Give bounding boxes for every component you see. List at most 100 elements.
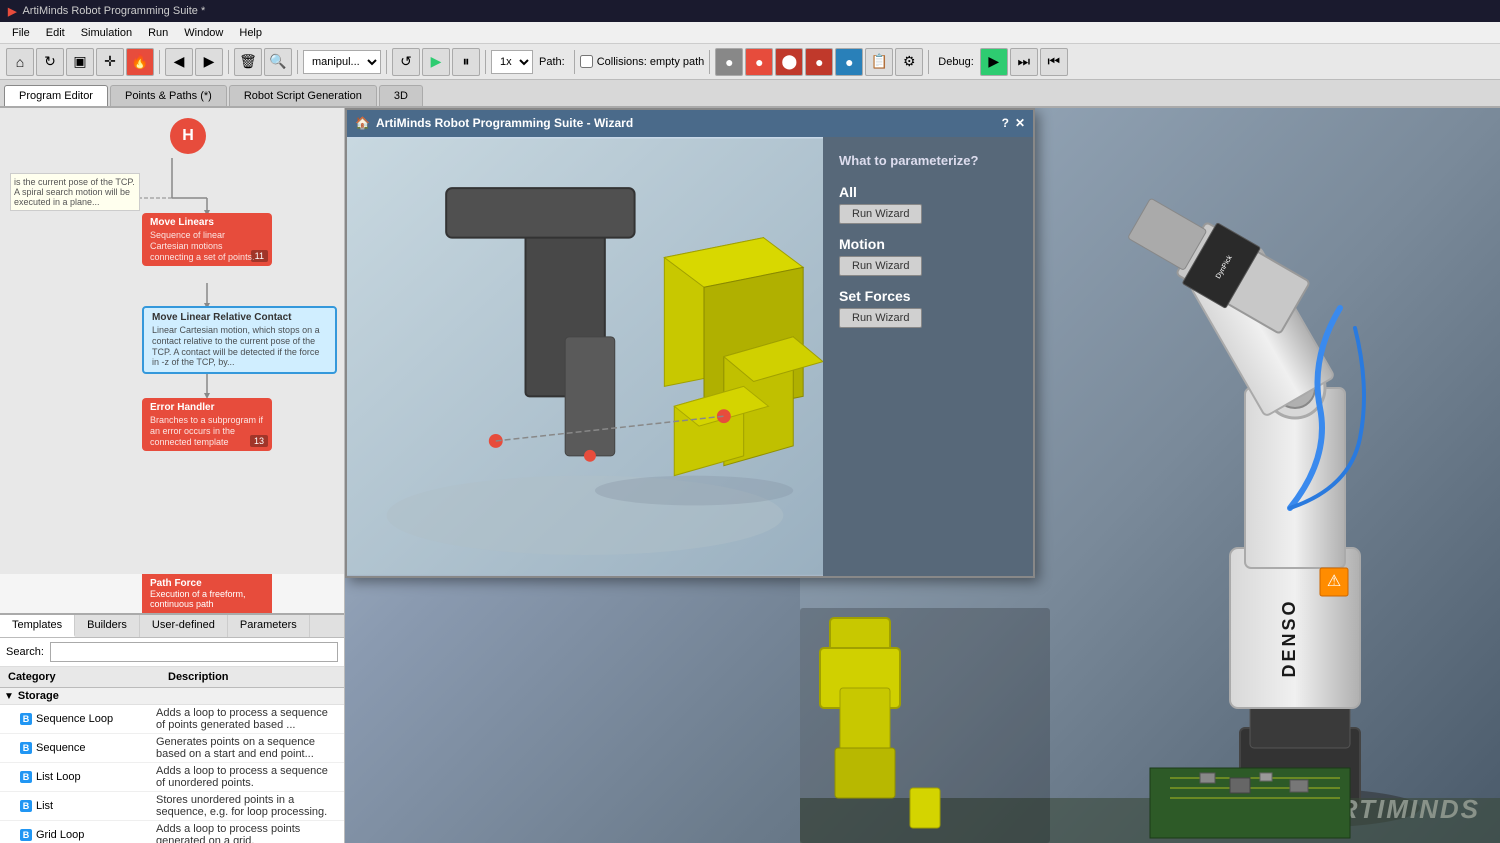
tab-templates[interactable]: Templates — [0, 615, 75, 637]
wizard-section-motion: Motion Run Wizard — [839, 236, 1017, 276]
speed-dropdown[interactable]: 1x — [491, 50, 533, 74]
col-scroll — [324, 669, 340, 685]
tab-program-editor[interactable]: Program Editor — [4, 85, 108, 106]
toolbar-home-btn[interactable]: ⌂ — [6, 48, 34, 76]
wizard-section-all: All Run Wizard — [839, 184, 1017, 224]
status-btn-2[interactable]: ● — [745, 48, 773, 76]
collisions-checkbox[interactable] — [580, 55, 593, 68]
start-node: H — [170, 118, 206, 154]
menu-edit[interactable]: Edit — [38, 25, 73, 41]
item-icon-sequence: B — [20, 742, 32, 754]
list-item[interactable]: B Grid Loop Adds a loop to process point… — [0, 821, 344, 843]
tab-points-paths[interactable]: Points & Paths (*) — [110, 85, 227, 106]
item-icon-sequence-loop: B — [20, 713, 32, 725]
list-item[interactable]: B Sequence Generates points on a sequenc… — [0, 734, 344, 763]
motion-label: Motion — [839, 236, 1017, 252]
status-btn-5[interactable]: ● — [835, 48, 863, 76]
table-body[interactable]: ▼ Storage B Sequence Loop Adds a loop to… — [0, 688, 344, 843]
status-btn-6[interactable]: 📋 — [865, 48, 893, 76]
storage-caret: ▼ — [4, 691, 14, 702]
item-desc-sequence-loop: Adds a loop to process a sequence of poi… — [156, 707, 340, 731]
sep2 — [228, 50, 229, 74]
robot-background: DENSO Dyn — [345, 108, 1500, 843]
node-move-linears[interactable]: Move Linears Sequence of linear Cartesia… — [142, 213, 272, 266]
node-move-linear-contact[interactable]: Move Linear Relative Contact Linear Cart… — [142, 306, 337, 374]
wizard-help-btn[interactable]: ? — [1002, 116, 1009, 130]
main-tab-bar: Program Editor Points & Paths (*) Robot … — [0, 80, 1500, 108]
menu-window[interactable]: Window — [176, 25, 231, 41]
toolbar-delete-btn[interactable]: 🗑 — [234, 48, 262, 76]
run-wizard-all-btn[interactable]: Run Wizard — [839, 204, 922, 224]
category-storage[interactable]: ▼ Storage — [0, 688, 344, 705]
item-desc-list: Stores unordered points in a sequence, e… — [156, 794, 340, 818]
node-pf-desc: Execution of a freeform, continuous path — [150, 589, 264, 609]
tab-parameters[interactable]: Parameters — [228, 615, 310, 637]
bottom-tabs: Templates Builders User-defined Paramete… — [0, 615, 344, 638]
col-category: Category — [4, 669, 164, 685]
toolbar-back-btn[interactable]: ◀ — [165, 48, 193, 76]
item-desc-sequence: Generates points on a sequence based on … — [156, 736, 340, 760]
wizard-3d-view — [347, 137, 823, 576]
wizard-title-bar: 🏠 ArtiMinds Robot Programming Suite - Wi… — [347, 110, 1033, 137]
collisions-label[interactable]: Collisions: empty path — [580, 55, 705, 68]
node-mlrc-desc: Linear Cartesian motion, which stops on … — [152, 325, 327, 368]
menu-help[interactable]: Help — [231, 25, 270, 41]
node-mlrc-title: Move Linear Relative Contact — [152, 312, 327, 323]
app-icon: ▶ — [8, 5, 16, 18]
manipulator-dropdown[interactable]: manipul... — [303, 50, 381, 74]
sep1 — [159, 50, 160, 74]
sep7 — [709, 50, 710, 74]
item-icon-list: B — [20, 800, 32, 812]
node-move-linears-badge: 11 — [251, 250, 268, 262]
menu-file[interactable]: File — [4, 25, 38, 41]
toolbar-window-btn[interactable]: ▣ — [66, 48, 94, 76]
toolbar-play-btn[interactable]: ▶ — [422, 48, 450, 76]
node-eh-title: Error Handler — [150, 402, 264, 413]
run-wizard-forces-btn[interactable]: Run Wizard — [839, 308, 922, 328]
status-btn-4[interactable]: ● — [805, 48, 833, 76]
status-btn-3[interactable]: ⬤ — [775, 48, 803, 76]
tab-user-defined[interactable]: User-defined — [140, 615, 228, 637]
toolbar-cursor-btn[interactable]: ✛ — [96, 48, 124, 76]
toolbar-active-btn[interactable]: 🔥 — [126, 48, 154, 76]
main-layout: H is the current pose of the TCP. A spir… — [0, 108, 1500, 843]
node-error-handler[interactable]: Error Handler Branches to a subprogram i… — [142, 398, 272, 451]
tab-robot-script[interactable]: Robot Script Generation — [229, 85, 377, 106]
menu-bar: File Edit Simulation Run Window Help — [0, 22, 1500, 44]
tab-3d[interactable]: 3D — [379, 85, 423, 106]
menu-simulation[interactable]: Simulation — [73, 25, 140, 41]
node-pf-title: Path Force — [150, 578, 264, 589]
toolbar-play-init-btn[interactable]: ↺ — [392, 48, 420, 76]
search-bar: Search: — [0, 638, 344, 667]
menu-run[interactable]: Run — [140, 25, 176, 41]
debug-btn-3[interactable]: ⏮ — [1040, 48, 1068, 76]
list-item[interactable]: B Sequence Loop Adds a loop to process a… — [0, 705, 344, 734]
debug-btn-1[interactable]: ▶ — [980, 48, 1008, 76]
node-eh-badge: 13 — [250, 435, 268, 447]
toolbar-refresh-btn[interactable]: ↻ — [36, 48, 64, 76]
title-bar: ▶ ArtiMinds Robot Programming Suite * — [0, 0, 1500, 22]
sep8 — [928, 50, 929, 74]
node-path-force[interactable]: Path Force Execution of a freeform, cont… — [142, 574, 272, 613]
search-label: Search: — [6, 646, 44, 658]
list-item[interactable]: B List Stores unordered points in a sequ… — [0, 792, 344, 821]
status-btn-7[interactable]: ⚙ — [895, 48, 923, 76]
list-item[interactable]: B List Loop Adds a loop to process a seq… — [0, 763, 344, 792]
svg-text:DENSO: DENSO — [1279, 598, 1299, 677]
item-desc-list-loop: Adds a loop to process a sequence of uno… — [156, 765, 340, 789]
run-wizard-motion-btn[interactable]: Run Wizard — [839, 256, 922, 276]
status-btn-1[interactable]: ● — [715, 48, 743, 76]
toolbar-forward-btn[interactable]: ▶ — [195, 48, 223, 76]
debug-btn-2[interactable]: ⏭ — [1010, 48, 1038, 76]
sep6 — [574, 50, 575, 74]
toolbar-pause-btn[interactable]: ⏸ — [452, 48, 480, 76]
item-name-list-loop: List Loop — [36, 771, 156, 783]
toolbar-search-btn[interactable]: 🔍 — [264, 48, 292, 76]
search-input[interactable] — [50, 642, 338, 662]
wizard-close-btn[interactable]: ✕ — [1015, 116, 1025, 130]
svg-text:⚠: ⚠ — [1327, 573, 1341, 590]
wizard-title: ArtiMinds Robot Programming Suite - Wiza… — [376, 116, 633, 130]
wizard-icon: 🏠 — [355, 116, 370, 130]
left-panel: H is the current pose of the TCP. A spir… — [0, 108, 345, 843]
tab-builders[interactable]: Builders — [75, 615, 140, 637]
